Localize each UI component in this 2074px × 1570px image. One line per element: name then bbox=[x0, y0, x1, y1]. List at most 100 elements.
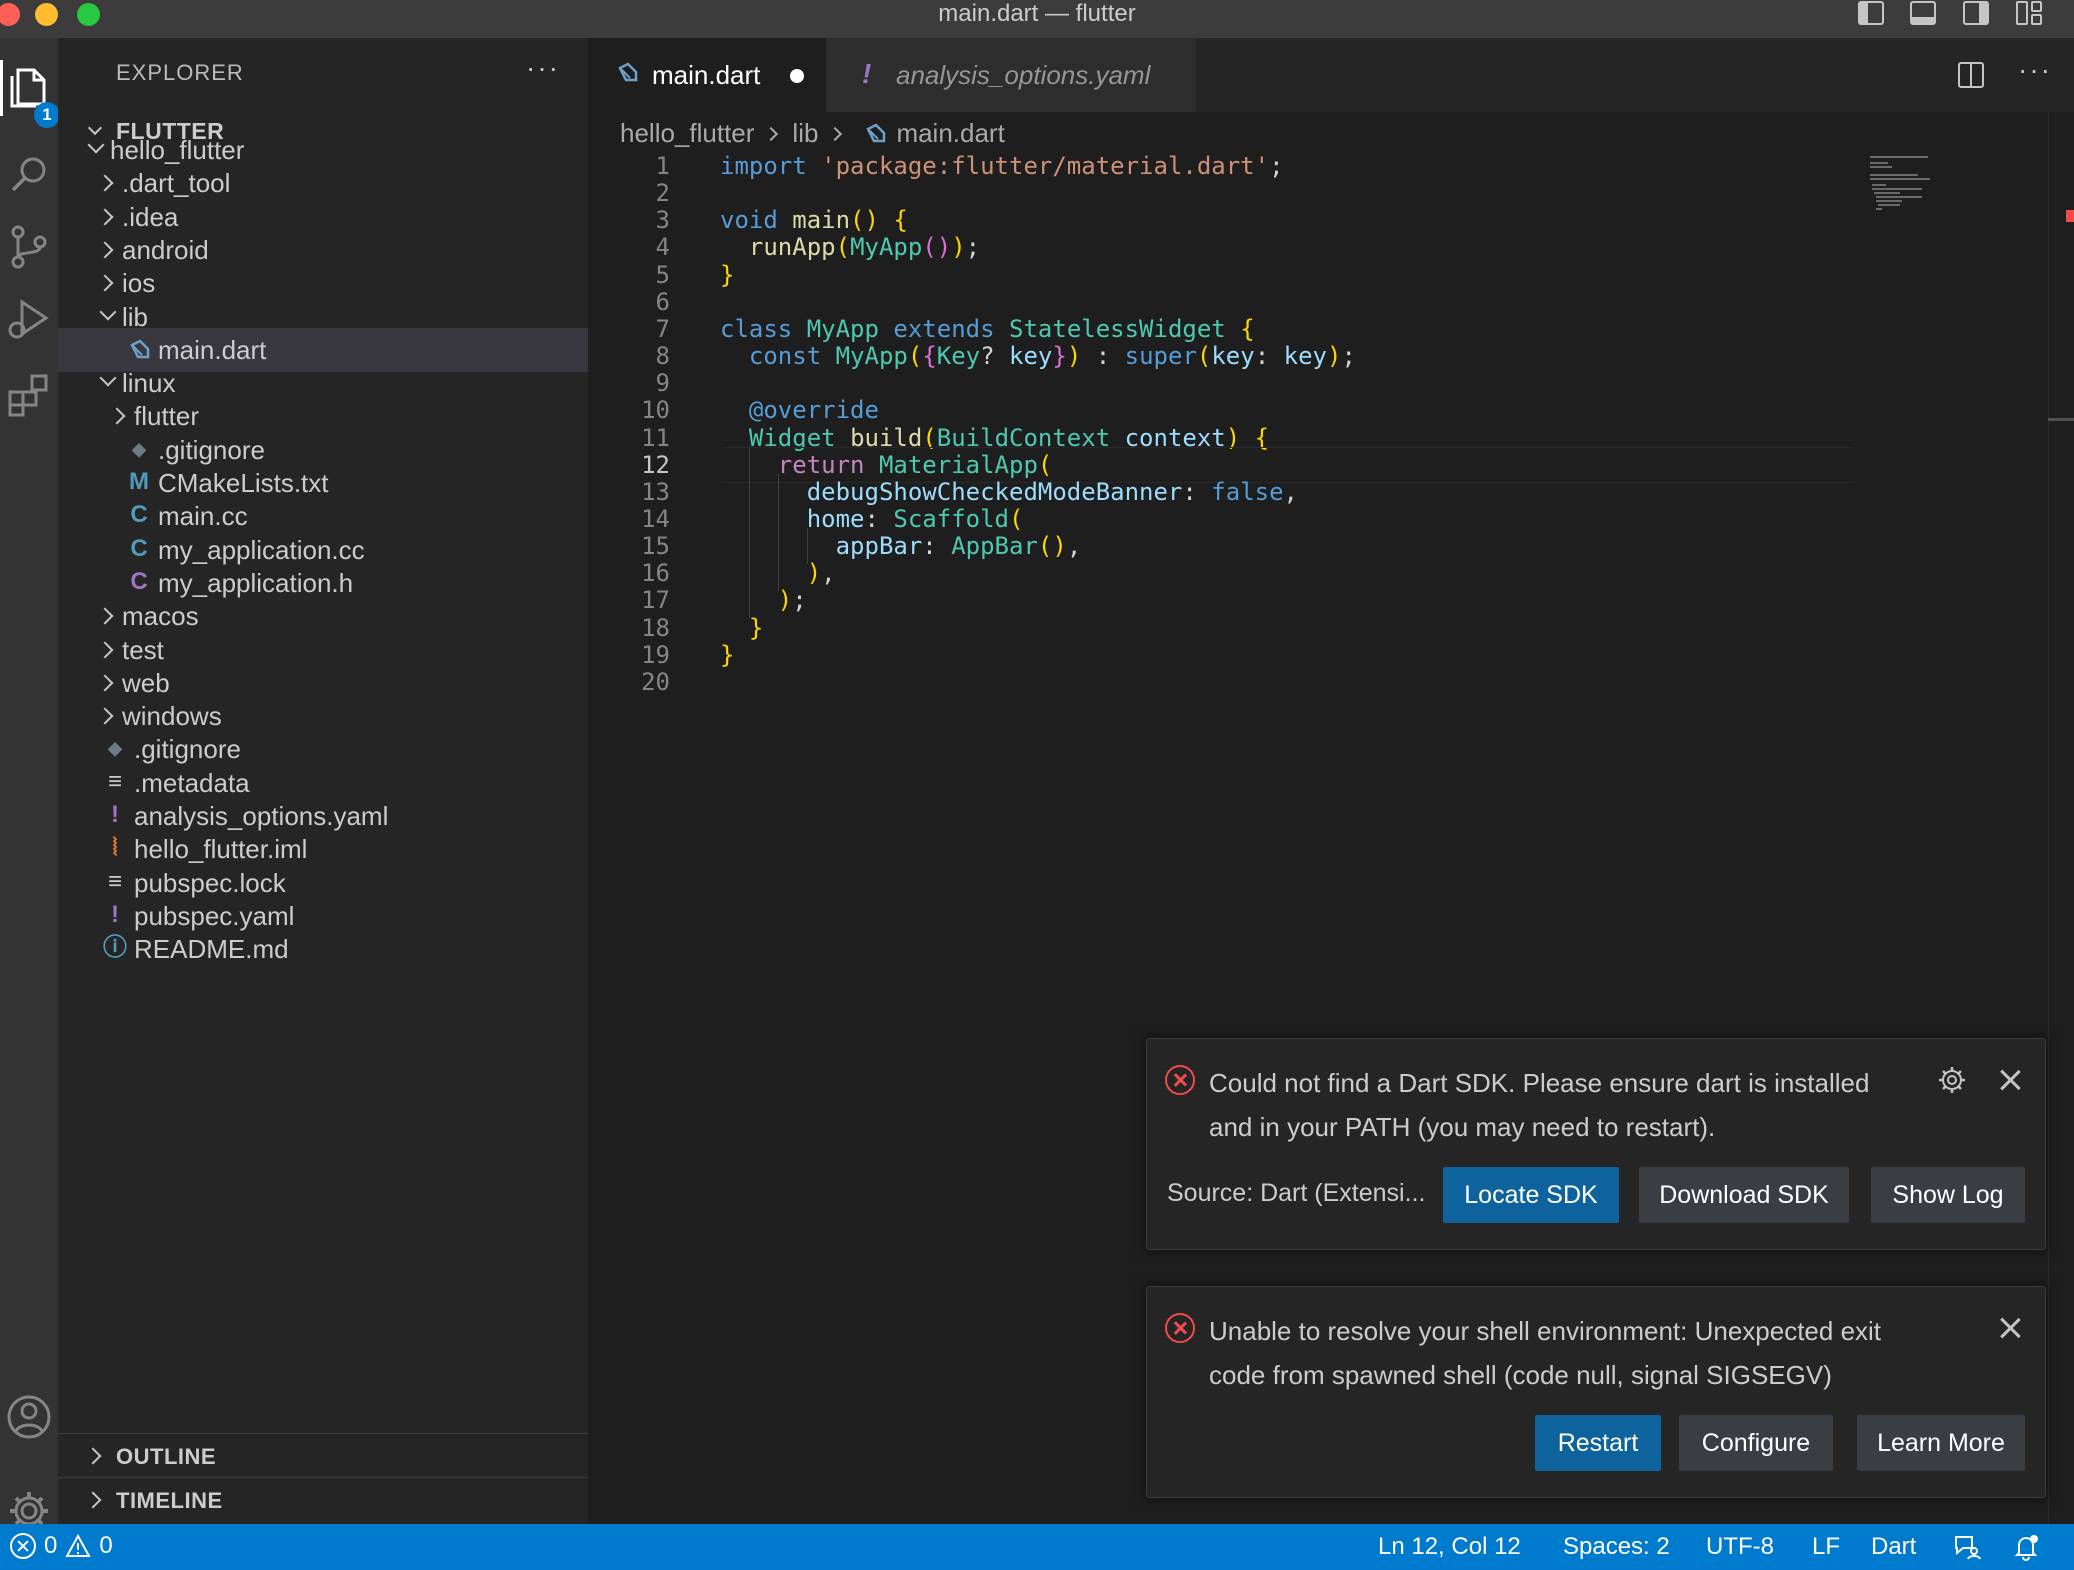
cpp-icon: C bbox=[130, 501, 148, 529]
lines-icon: ≡ bbox=[107, 767, 122, 795]
lines-icon: ≡ bbox=[107, 867, 122, 895]
title-bar: main.dart — flutter bbox=[0, 0, 2074, 38]
breadcrumb-item-main-dart[interactable]: main.dart bbox=[896, 118, 1004, 149]
source-control-icon[interactable] bbox=[0, 210, 58, 284]
chevron-right-icon bbox=[98, 636, 118, 662]
gear-icon[interactable] bbox=[1937, 1065, 1967, 1095]
dart-file-icon bbox=[618, 62, 638, 82]
encoding-setting[interactable]: UTF-8 bbox=[1706, 1533, 1774, 1561]
timeline-section[interactable]: TIMELINE bbox=[58, 1477, 588, 1521]
unsaved-changes-dot-icon[interactable] bbox=[790, 69, 804, 83]
notifications-bell-icon[interactable] bbox=[2012, 1533, 2040, 1561]
editor-scrollbar[interactable] bbox=[2048, 112, 2074, 1524]
download-sdk-button[interactable]: Download SDK bbox=[1639, 1167, 1849, 1223]
warning-count: 0 bbox=[99, 1532, 113, 1559]
close-icon[interactable] bbox=[1997, 1315, 2023, 1341]
scrollbar-error-marker bbox=[2066, 210, 2074, 222]
editor-more-actions-icon[interactable]: ··· bbox=[2018, 54, 2052, 86]
warning-icon bbox=[65, 1534, 92, 1557]
customize-layout-icon[interactable] bbox=[2016, 1, 2042, 25]
scrollbar-cursor-marker bbox=[2048, 418, 2074, 421]
extensions-icon[interactable] bbox=[0, 358, 58, 432]
breadcrumb-item-lib[interactable]: lib bbox=[792, 118, 818, 149]
chevron-down-icon bbox=[98, 303, 118, 329]
notification-dart-sdk-missing: Could not find a Dart SDK. Please ensure… bbox=[1146, 1038, 2046, 1250]
sidebar-title: EXPLORER bbox=[116, 60, 244, 85]
outline-label: OUTLINE bbox=[116, 1444, 217, 1469]
toggle-secondary-sidebar-icon[interactable] bbox=[1963, 1, 1989, 25]
chevron-down-icon bbox=[98, 369, 118, 395]
chevron-right-icon bbox=[98, 203, 118, 229]
cpp-icon: C bbox=[130, 534, 148, 562]
close-icon[interactable] bbox=[1997, 1067, 2023, 1093]
breadcrumb-item-hello-flutter[interactable]: hello_flutter bbox=[620, 118, 754, 149]
tab-label: main.dart bbox=[652, 60, 761, 90]
git-icon: ◆ bbox=[132, 438, 146, 459]
search-icon[interactable] bbox=[0, 138, 58, 212]
outline-section[interactable]: OUTLINE bbox=[58, 1433, 588, 1477]
notification-source: Source: Dart (Extensi... bbox=[1167, 1179, 1426, 1207]
code-line[interactable]: 20 bbox=[588, 664, 1868, 700]
explorer-badge: 1 bbox=[34, 102, 60, 128]
chevron-right-icon bbox=[98, 669, 118, 695]
indentation-setting[interactable]: Spaces: 2 bbox=[1563, 1533, 1670, 1561]
chevron-right-icon bbox=[86, 1486, 106, 1512]
dart-file-icon bbox=[866, 122, 886, 142]
rss-icon: ⦚ bbox=[112, 834, 118, 862]
tab-analysis-options-yaml[interactable]: ! analysis_options.yaml bbox=[826, 38, 1196, 112]
error-icon bbox=[1165, 1313, 1195, 1343]
end-of-line-setting[interactable]: LF bbox=[1812, 1533, 1840, 1561]
chevron-right-icon bbox=[98, 269, 118, 295]
git-icon: ◆ bbox=[108, 738, 122, 759]
cmake-icon: M bbox=[129, 468, 149, 495]
chevron-right-icon bbox=[110, 402, 130, 428]
configure-button[interactable]: Configure bbox=[1679, 1415, 1833, 1471]
feedback-icon[interactable] bbox=[1953, 1534, 1981, 1560]
tab-main-dart[interactable]: main.dart bbox=[588, 38, 826, 112]
status-bar: 0 0 Ln 12, Col 12 Spaces: 2 UTF-8 LF Dar… bbox=[0, 1524, 2074, 1570]
toggle-primary-sidebar-icon[interactable] bbox=[1858, 1, 1884, 25]
explorer-icon[interactable]: 1 bbox=[0, 50, 60, 128]
editor-tabs: main.dart ! analysis_options.yaml ··· bbox=[588, 38, 2074, 112]
notification-message: Could not find a Dart SDK. Please ensure… bbox=[1209, 1068, 1870, 1142]
tree-file-item[interactable]: ⓘ README.md bbox=[58, 927, 588, 971]
activity-bar: 1 bbox=[0, 38, 60, 1530]
chevron-right-icon bbox=[764, 126, 779, 141]
minimap[interactable] bbox=[1870, 154, 1960, 234]
error-count: 0 bbox=[44, 1532, 58, 1559]
window-title: main.dart — flutter bbox=[938, 0, 1136, 27]
error-icon bbox=[10, 1533, 36, 1559]
language-mode[interactable]: Dart bbox=[1871, 1533, 1916, 1561]
explorer-sidebar: EXPLORER ··· FLUTTER hello_flutter .dart_… bbox=[58, 38, 588, 1524]
chevron-right-icon bbox=[98, 702, 118, 728]
run-debug-icon[interactable] bbox=[0, 282, 58, 356]
yaml-icon: ! bbox=[111, 900, 119, 928]
problems-indicator[interactable]: 0 0 bbox=[10, 1532, 113, 1560]
chevron-right-icon bbox=[98, 236, 118, 262]
chevron-right-icon bbox=[98, 169, 118, 195]
cursor-position[interactable]: Ln 12, Col 12 bbox=[1378, 1533, 1521, 1561]
chevron-right-icon bbox=[828, 126, 843, 141]
c-header-icon: C bbox=[130, 567, 148, 595]
chevron-right-icon bbox=[98, 602, 118, 628]
show-log-button[interactable]: Show Log bbox=[1871, 1167, 2025, 1223]
locate-sdk-button[interactable]: Locate SDK bbox=[1443, 1167, 1619, 1223]
account-icon[interactable] bbox=[0, 1380, 58, 1454]
chevron-right-icon bbox=[86, 1442, 106, 1468]
breadcrumb: hello_flutter lib main.dart bbox=[620, 118, 1005, 149]
explorer-more-actions-icon[interactable]: ··· bbox=[526, 52, 560, 84]
chevron-down-icon bbox=[86, 136, 106, 162]
notification-shell-environment: Unable to resolve your shell environment… bbox=[1146, 1286, 2046, 1498]
yaml-file-icon: ! bbox=[862, 58, 872, 89]
dart-file-icon bbox=[126, 334, 152, 364]
timeline-label: TIMELINE bbox=[116, 1488, 223, 1513]
split-editor-icon[interactable] bbox=[1958, 62, 1984, 88]
toggle-panel-icon[interactable] bbox=[1910, 1, 1936, 25]
learn-more-button[interactable]: Learn More bbox=[1857, 1415, 2025, 1471]
error-icon bbox=[1165, 1065, 1195, 1095]
tab-label: analysis_options.yaml bbox=[896, 60, 1151, 90]
yaml-icon: ! bbox=[111, 801, 119, 828]
info-icon: ⓘ bbox=[103, 934, 127, 962]
notification-message: Unable to resolve your shell environment… bbox=[1209, 1316, 1882, 1390]
restart-button[interactable]: Restart bbox=[1535, 1415, 1661, 1471]
